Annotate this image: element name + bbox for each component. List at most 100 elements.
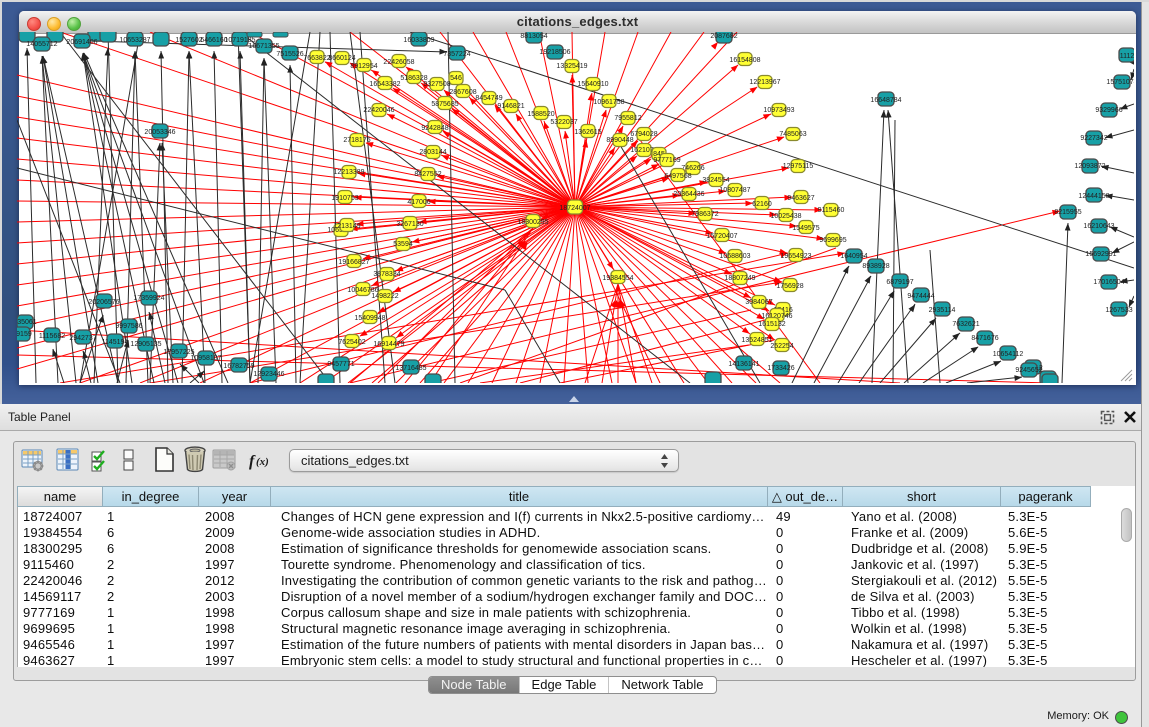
svg-text:6794028: 6794028 [630,131,657,138]
svg-text:(x): (x) [256,456,269,468]
svg-text:62160: 62160 [752,201,772,208]
svg-text:3084067: 3084067 [745,299,772,306]
svg-text:7986372: 7986372 [691,211,718,218]
svg-text:417006: 417006 [407,199,430,206]
svg-text:20691406: 20691406 [66,39,97,46]
svg-text:13524851: 13524851 [741,337,772,344]
svg-text:16914479: 16914479 [373,341,404,348]
svg-text:17359924: 17359924 [133,295,164,302]
svg-text:15692991: 15692991 [1085,251,1116,258]
svg-text:2087682: 2087682 [710,33,737,40]
svg-text:8912954: 8912954 [350,63,377,70]
svg-text:3878334: 3878334 [373,271,400,278]
svg-text:1549575: 1549575 [792,225,819,232]
svg-text:9699695: 9699695 [819,237,846,244]
svg-text:10688603: 10688603 [719,253,750,260]
svg-text:1498222: 1498222 [371,293,398,300]
svg-text:9242848: 9242848 [421,125,448,132]
svg-text:19166827: 19166827 [338,259,369,266]
svg-text:8660124: 8660124 [328,55,355,62]
svg-text:15720407: 15720407 [706,233,737,240]
svg-text:12905135: 12905135 [130,341,161,348]
svg-text:9474444: 9474444 [907,293,934,300]
svg-text:15409948: 15409948 [354,315,385,322]
svg-text:19384554: 19384554 [602,275,633,282]
svg-text:9997586: 9997586 [115,323,142,330]
svg-text:8427552: 8427552 [414,171,441,178]
svg-text:2867608: 2867608 [449,89,476,96]
svg-text:7663822: 7663822 [303,55,330,62]
svg-text:1756928: 1756928 [776,283,803,290]
svg-text:16210643: 16210643 [1083,223,1114,230]
svg-text:18724007: 18724007 [559,205,590,212]
svg-text:8990448: 8990448 [606,137,633,144]
svg-text:8813054: 8813054 [520,33,547,40]
svg-text:18807249: 18807249 [724,275,755,282]
svg-text:8471676: 8471676 [971,335,998,342]
svg-text:252254: 252254 [770,343,793,350]
svg-text:13716485: 13716485 [395,365,426,372]
svg-text:16154808: 16154808 [729,57,760,64]
svg-text:7515526: 7515526 [276,51,303,58]
svg-text:53594: 53594 [393,241,413,248]
svg-text:10807487: 10807487 [719,187,750,194]
svg-text:10958107: 10958107 [190,355,221,362]
svg-text:18300295: 18300295 [517,219,548,226]
svg-text:3267130: 3267130 [396,221,423,228]
svg-text:13325419: 13325419 [556,63,587,70]
svg-text:1145194: 1145194 [102,339,129,346]
svg-text:9115460: 9115460 [818,207,845,214]
svg-text:1640954: 1640954 [840,253,867,260]
svg-text:9146821: 9146821 [497,103,524,110]
svg-text:9777169: 9777169 [653,157,680,164]
svg-text:14136141: 14136141 [728,361,759,368]
svg-text:20206576: 20206576 [88,299,119,306]
svg-text:2803144: 2803144 [419,149,446,156]
svg-text:16033809: 16033809 [403,37,434,44]
svg-text:1112: 1112 [1120,53,1134,60]
svg-text:19218506: 19218506 [539,49,570,56]
svg-text:10973493: 10973493 [763,107,794,114]
svg-text:546: 546 [450,75,462,82]
svg-text:8454749: 8454749 [475,95,502,102]
svg-text:2935114: 2935114 [929,307,956,314]
svg-text:12093872: 12093872 [1074,163,1105,170]
svg-text:1588520: 1588520 [527,111,554,118]
svg-text:1267533: 1267533 [1105,307,1132,314]
svg-text:9227342: 9227342 [1080,135,1107,142]
svg-text:12923446: 12923446 [253,371,284,378]
svg-text:16782759: 16782759 [223,363,254,370]
svg-text:7625402: 7625402 [338,339,365,346]
svg-text:9329966: 9329966 [1095,107,1122,114]
svg-text:10653287: 10653287 [119,37,150,44]
svg-text:9463627: 9463627 [787,195,814,202]
svg-text:14055712: 14055712 [26,41,57,48]
svg-text:10961758: 10961758 [593,99,624,106]
svg-text:1733426: 1733426 [767,365,794,372]
svg-text:22426058: 22426058 [383,59,414,66]
svg-text:12213389: 12213389 [333,169,364,176]
svg-text:1213149: 1213149 [333,223,360,230]
svg-text:9457771: 9457771 [327,361,354,368]
svg-text:9327508: 9327508 [423,81,450,88]
svg-text:12975115: 12975115 [783,163,814,170]
svg-text:3824554: 3824554 [702,177,729,184]
svg-text:1362615: 1362615 [574,129,601,136]
svg-text:5322037: 5322037 [550,119,577,126]
svg-text:16543382: 16543382 [369,81,400,88]
svg-text:20364436: 20364436 [673,191,704,198]
svg-text:15751074: 15751074 [1106,79,1134,86]
svg-text:16648784: 16648784 [870,97,901,104]
svg-text:12444158: 12444158 [1078,193,1109,200]
svg-text:8215955: 8215955 [1054,209,1081,216]
svg-text:6879197: 6879197 [886,279,913,286]
svg-text:7357224: 7357224 [443,51,470,58]
svg-text:16671355: 16671355 [248,43,279,50]
svg-text:7955812: 7955812 [614,115,641,122]
svg-text:f: f [249,453,256,470]
svg-text:5186328: 5186328 [400,75,427,82]
svg-text:835061: 835061 [17,319,37,326]
svg-text:9245652: 9245652 [1015,367,1042,374]
svg-text:6497568: 6497568 [664,173,691,180]
svg-text:19654923: 19654923 [780,253,811,260]
